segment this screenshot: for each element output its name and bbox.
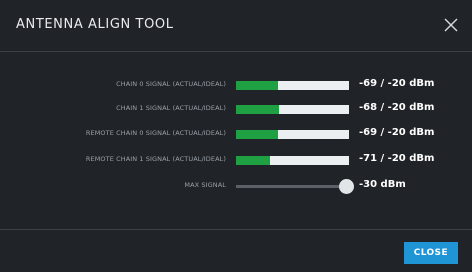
max-signal-slider-handle[interactable]: [339, 179, 355, 194]
chain-0-signal-row: CHAIN 0 SIGNAL (ACTUAL/IDEAL) -69 / -20 …: [0, 78, 472, 96]
remote-chain-0-signal-value: -69 / -20 dBm: [359, 127, 435, 138]
chain-1-signal-row: CHAIN 1 SIGNAL (ACTUAL/IDEAL) -68 / -20 …: [0, 102, 472, 120]
remote-chain-0-signal-fill: [236, 130, 278, 139]
remote-chain-1-signal-value: -71 / -20 dBm: [359, 153, 435, 164]
max-signal-slider-track[interactable]: [236, 185, 349, 188]
remote-chain-1-signal-fill: [236, 156, 270, 165]
chain-0-signal-fill: [236, 81, 278, 90]
remote-chain-1-signal-row: REMOTE CHAIN 1 SIGNAL (ACTUAL/IDEAL) -71…: [0, 153, 472, 171]
dialog-footer: CLOSE: [0, 229, 472, 272]
dialog-title: ANTENNA ALIGN TOOL: [16, 17, 174, 32]
close-button[interactable]: CLOSE: [403, 242, 458, 264]
chain-0-signal-bar: [236, 81, 349, 90]
remote-chain-0-signal-row: REMOTE CHAIN 0 SIGNAL (ACTUAL/IDEAL) -69…: [0, 127, 472, 145]
chain-1-signal-value: -68 / -20 dBm: [359, 102, 435, 113]
antenna-align-dialog: ANTENNA ALIGN TOOL CHAIN 0 SIGNAL (ACTUA…: [0, 0, 472, 272]
remote-chain-0-signal-bar: [236, 130, 349, 139]
remote-chain-1-signal-label: REMOTE CHAIN 1 SIGNAL (ACTUAL/IDEAL): [85, 155, 226, 163]
remote-chain-1-signal-bar: [236, 156, 349, 165]
chain-1-signal-fill: [236, 105, 279, 114]
dialog-header: ANTENNA ALIGN TOOL: [0, 0, 472, 52]
remote-chain-0-signal-label: REMOTE CHAIN 0 SIGNAL (ACTUAL/IDEAL): [85, 129, 226, 137]
chain-1-signal-bar: [236, 105, 349, 114]
chain-0-signal-label: CHAIN 0 SIGNAL (ACTUAL/IDEAL): [116, 80, 226, 88]
chain-1-signal-label: CHAIN 1 SIGNAL (ACTUAL/IDEAL): [116, 104, 226, 112]
close-icon[interactable]: [442, 16, 460, 34]
max-signal-row: MAX SIGNAL -30 dBm: [0, 179, 472, 197]
max-signal-value: -30 dBm: [359, 179, 406, 190]
chain-0-signal-value: -69 / -20 dBm: [359, 78, 435, 89]
max-signal-label: MAX SIGNAL: [184, 181, 226, 189]
